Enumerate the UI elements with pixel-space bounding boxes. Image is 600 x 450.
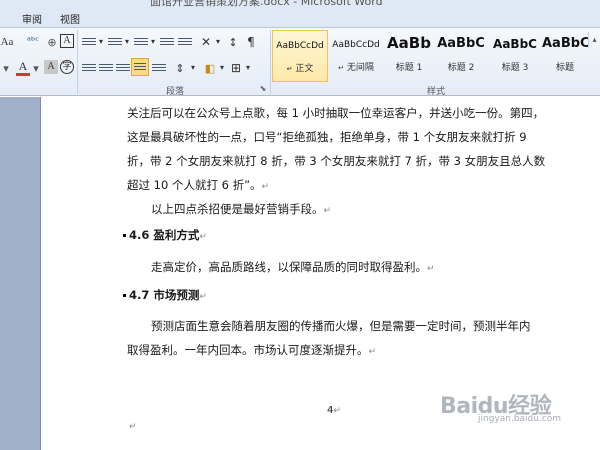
style-sample: AaBbC [542,36,588,51]
paragraph-dialog-launcher-icon[interactable]: ⬊ [258,84,268,94]
style-name: 标题 3 [501,63,529,73]
align-left-icon[interactable] [82,62,96,74]
show-marks-icon[interactable]: ¶ [244,34,258,50]
style-name: 标题 [555,63,574,73]
style-name: ↵ 无间隔 [338,63,374,73]
shading-icon[interactable]: ◧ [202,60,218,76]
style-heading-2[interactable]: AaBbC 标题 2 [434,30,488,82]
tab-view[interactable]: 视图 [60,11,80,26]
body-line-text: 走高定价，高品质路线，以保障品质的同时取得盈利。 [151,260,427,274]
body-line: 折，带 2 个女朋友来就打 8 折，带 3 个女朋友来就打 7 折，带 3 女朋… [127,154,546,168]
paragraph-mark: ↵ [199,292,207,302]
style-title[interactable]: AaBbC 标题 [542,30,588,82]
baidu-watermark-url: jingyan.baidu.com [478,414,562,424]
ribbon: Aa ᵃᵇᶜ ⊕ A ▾ A ▾ A 字 ▾ ▾ ▾ ✕ ▾ ↕ ¶ ⇕ ▾ ◧… [0,28,600,97]
sort-icon[interactable]: ↕ [226,34,240,50]
body-line: 这是最具破坏性的一点，口号“拒绝孤独，拒绝单身，带 1 个女朋友来就打折 9 [127,130,527,144]
style-name: 标题 1 [395,63,423,73]
align-center-icon[interactable] [99,62,113,74]
group-separator [270,30,271,94]
styles-gallery: AaBbCcDd ↵ 正文 AaBbCcDd ↵ 无间隔 AaBb 标题 1 A… [272,30,600,82]
body-line: 关注后可以在公众号上点歌，每 1 小时抽取一位幸运客户，并送小吃一份。第四， [127,106,545,120]
style-sample: AaBbCcDd [332,40,380,50]
body-line: 走高定价，高品质路线，以保障品质的同时取得盈利。↵ [151,255,435,281]
style-name: ↵ 正文 [286,64,314,74]
section-heading-text: 4.6 盈利方式 [129,228,200,242]
body-line: 取得盈利。一年内回本。市场认可度逐渐提升。↵ [127,338,376,364]
numbering-icon[interactable] [108,36,122,48]
font-color-label: A [18,58,28,73]
highlight-dropdown-icon[interactable]: ▾ [0,60,12,76]
style-name: 标题 2 [447,63,475,73]
group-separator [77,30,78,94]
paragraph-mark: ↵ [333,406,341,416]
style-no-spacing[interactable]: AaBbCcDd ↵ 无间隔 [328,30,384,82]
chinese-layout-dropdown-icon[interactable]: ▾ [214,36,222,48]
style-sample: AaBbCcDd [276,41,324,51]
body-line-text: 超过 10 个人就打 6 折”。 [127,178,262,192]
section-heading-text: 4.7 市场预测 [129,288,200,302]
char-shading-icon[interactable]: A [44,60,58,74]
title-bar: 面馆开业营销策划方案.docx - Microsoft Word [0,0,600,8]
style-normal[interactable]: AaBbCcDd ↵ 正文 [272,30,328,82]
bullets-icon[interactable] [82,36,96,48]
paragraph-mark: ↵ [427,264,435,274]
bullets-dropdown-icon[interactable]: ▾ [97,36,105,48]
styles-group-label: 样式 [426,87,445,97]
style-sample: AaBb [387,34,431,52]
section-heading: 4.6 盈利方式↵ [129,223,207,249]
section-heading: 4.7 市场预测↵ [129,283,207,309]
shading-dropdown-icon[interactable]: ▾ [218,62,226,74]
phonetic-guide-icon[interactable]: ᵃᵇᶜ [24,34,42,50]
font-aa-icon[interactable]: Aa [0,34,14,50]
char-border-label: A [63,35,71,46]
multilevel-list-icon[interactable] [134,36,148,48]
paragraph-group-label: 段落 [165,87,184,97]
style-sample: AaBbC [493,37,537,51]
empty-line: ↵ [129,413,137,439]
enclose-chars-icon[interactable]: ⊕ [44,34,60,50]
borders-icon[interactable]: ⊞ [228,60,244,76]
increase-indent-icon[interactable] [178,36,192,48]
style-name-text: 无间隔 [346,63,374,73]
distributed-icon[interactable] [152,62,166,74]
paragraph-mark: ↵ [129,422,137,432]
line-spacing-dropdown-icon[interactable]: ▾ [189,62,197,74]
style-name-text: 正文 [295,64,314,74]
heading-marker-icon [123,294,126,297]
numbering-dropdown-icon[interactable]: ▾ [123,36,131,48]
style-sample: AaBbC [437,36,485,51]
body-line: 预测店面生意会随着朋友圈的传播而火爆，但是需要一定时间，预测半年内 [151,319,531,333]
paragraph-mark: ↵ [368,347,377,357]
line-spacing-icon[interactable]: ⇕ [172,60,188,76]
window-title: 面馆开业营销策划方案.docx - Microsoft Word [150,0,383,8]
align-right-icon[interactable] [116,62,130,74]
tab-review[interactable]: 审阅 [22,11,42,26]
char-shading-label: A [47,61,55,72]
document-gutter [0,97,40,450]
chinese-layout-icon[interactable]: ✕ [198,34,214,50]
body-line-text: 以上四点杀招便是最好营销手段。 [151,202,324,216]
paragraph-mark: ↵ [261,182,270,192]
enclosed-char-icon[interactable]: 字 [60,60,74,74]
heading-marker-icon [123,234,126,237]
style-heading-3[interactable]: AaBbC 标题 3 [488,30,542,82]
page-number: 4↵ [327,399,341,423]
char-border-icon[interactable]: A [60,34,74,48]
body-line: 超过 10 个人就打 6 折”。↵ [127,173,269,199]
styles-scroll-up-icon[interactable]: ▴ [588,32,600,48]
body-line-text: 取得盈利。一年内回本。市场认可度逐渐提升。 [127,343,369,357]
multilevel-dropdown-icon[interactable]: ▾ [149,36,157,48]
paragraph-mark: ↵ [323,206,332,216]
borders-dropdown-icon[interactable]: ▾ [244,62,252,74]
decrease-indent-icon[interactable] [160,36,174,48]
font-aa-label: Aa [0,35,14,48]
justify-icon[interactable] [131,58,149,76]
font-color-dropdown-icon[interactable]: ▾ [31,60,41,76]
body-line: 以上四点杀招便是最好营销手段。↵ [151,197,331,223]
ribbon-tabs: 审阅 视图 [0,8,600,28]
style-heading-1[interactable]: AaBb 标题 1 [384,30,434,82]
font-color-icon[interactable]: A [16,58,30,76]
paragraph-mark: ↵ [199,232,207,242]
